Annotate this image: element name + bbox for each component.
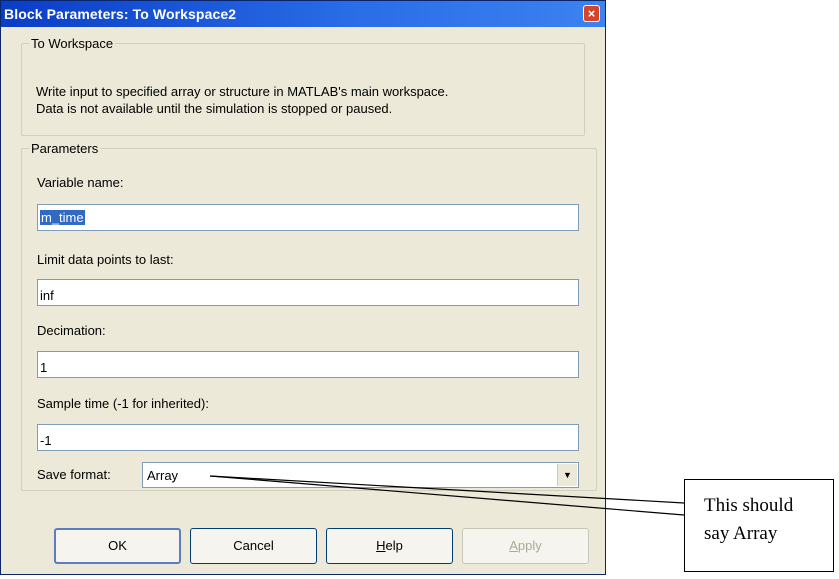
- annotation-line-2: say Array: [704, 523, 778, 544]
- leader-line-top: [209, 475, 685, 504]
- leader-line-bottom: [209, 475, 685, 516]
- annotation-callout-box: This should say Array: [684, 479, 834, 572]
- annotation-line-1: This should: [704, 495, 794, 516]
